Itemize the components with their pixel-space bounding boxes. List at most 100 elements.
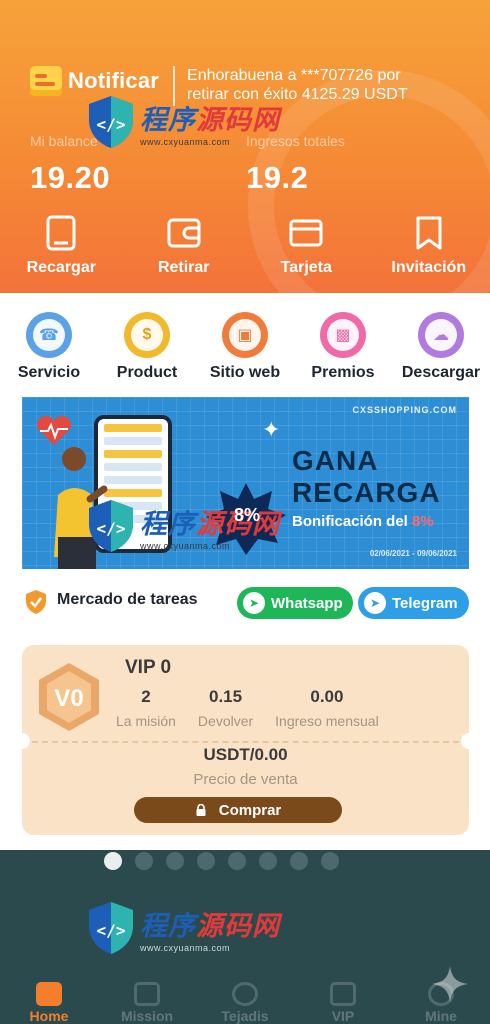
user-icon	[428, 982, 454, 1006]
withdraw-label: Retirar	[157, 259, 210, 276]
bottom-tab-bar: Home Mission Tejadis VIP Mine	[0, 982, 490, 1024]
tab-vip[interactable]: VIP	[294, 982, 392, 1024]
notification-message: Enhorabuena a ***707726 por retirar con …	[187, 67, 408, 103]
banner-title-line2: RECARGA	[292, 477, 441, 508]
whatsapp-label: Whatsapp	[271, 594, 343, 612]
vip-divider	[32, 741, 459, 743]
banner-subtitle: Bonificación del 8%	[292, 513, 434, 530]
vip-stat-label: Devolver	[197, 713, 254, 729]
tab-home-label: Home	[29, 1008, 69, 1024]
promo-banner[interactable]: ✦ 8% CXSSHOPPING.COM GANA RECARGA Bonifi…	[22, 397, 469, 569]
carousel-dot[interactable]	[197, 852, 215, 870]
notification-bar[interactable]: Notificar Enhorabuena a ***707726 por re…	[30, 66, 470, 112]
tab-home[interactable]: Home	[0, 982, 98, 1024]
cloud-download-icon: ☁	[418, 312, 464, 358]
sparkle-icon: ✦	[262, 417, 281, 442]
tab-mission[interactable]: Mission	[98, 982, 196, 1024]
invitation-label: Invitación	[391, 259, 467, 276]
balance-label: Mi balance	[30, 133, 98, 149]
telegram-label: Telegram	[392, 594, 458, 612]
banner-site: CXSSHOPPING.COM	[352, 405, 457, 415]
product-shortcut[interactable]: $ Product	[98, 312, 196, 392]
whatsapp-button[interactable]: ➤ Whatsapp	[237, 587, 353, 619]
carousel-dot[interactable]	[135, 852, 153, 870]
download-shortcut[interactable]: ☁ Descargar	[392, 312, 490, 392]
banner-percent: 8%	[234, 505, 261, 525]
product-label: Product	[116, 364, 178, 381]
vip-stat-monthly-income: 0.00 Ingreso mensual	[275, 687, 379, 729]
balance-value: 19.20	[30, 160, 111, 195]
vip-stats: 2 La misión 0.15 Devolver 0.00 Ingreso m…	[112, 687, 442, 729]
income-label: Ingresos totales	[246, 133, 345, 149]
header: Notificar Enhorabuena a ***707726 por re…	[0, 0, 490, 293]
home-icon	[36, 982, 62, 1006]
withdraw-button[interactable]: Retirar	[123, 215, 246, 285]
vip-stat-label: La misión	[116, 713, 176, 729]
globe-icon: ▣	[222, 312, 268, 358]
vip-stat-missions: 2 La misión	[116, 687, 176, 729]
dollar-coin-icon: $	[124, 312, 170, 358]
gift-icon: ▩	[320, 312, 366, 358]
carousel-dot[interactable]	[290, 852, 308, 870]
tablet-icon	[46, 215, 76, 251]
carousel-dot[interactable]	[321, 852, 339, 870]
vip-stat-return: 0.15 Devolver	[198, 687, 253, 729]
shield-check-icon	[26, 590, 46, 614]
card-icon	[289, 219, 323, 247]
buy-label: Comprar	[218, 801, 282, 819]
income-value: 19.2	[246, 160, 309, 195]
service-shortcut[interactable]: ☎ Servicio	[0, 312, 98, 392]
tab-mine[interactable]: Mine	[392, 982, 490, 1024]
download-label: Descargar	[401, 364, 481, 381]
lock-icon	[196, 804, 206, 816]
carousel-dot[interactable]	[259, 852, 277, 870]
carousel-dot[interactable]	[228, 852, 246, 870]
notification-icon	[30, 66, 62, 96]
tab-tejadis-label: Tejadis	[221, 1008, 269, 1024]
tab-vip-label: VIP	[331, 1008, 355, 1024]
banner-subtitle-text: Bonificación del	[292, 513, 408, 530]
carousel-dots	[104, 852, 352, 870]
task-market-title: Mercado de tareas	[57, 591, 198, 608]
vip-price: USDT/0.00	[203, 745, 288, 764]
banner-dates: 02/06/2021 - 09/06/2021	[369, 549, 457, 558]
carousel-dot[interactable]	[104, 852, 122, 870]
vip-name: VIP 0	[125, 657, 172, 678]
mission-icon	[134, 982, 160, 1006]
wallet-icon	[167, 218, 201, 248]
website-shortcut[interactable]: ▣ Sitio web	[196, 312, 294, 392]
prizes-shortcut[interactable]: ▩ Premios	[294, 312, 392, 392]
telegram-button[interactable]: ➤ Telegram	[358, 587, 469, 619]
card-label: Tarjeta	[280, 259, 332, 276]
carousel-dot[interactable]	[166, 852, 184, 870]
vip-level-badge: V0	[39, 663, 99, 731]
vip-stat-label: Ingreso mensual	[275, 713, 379, 729]
notification-divider	[173, 66, 176, 106]
recharge-button[interactable]: Recargar	[0, 215, 123, 285]
banner-subtitle-pct: 8%	[412, 513, 434, 530]
invitation-button[interactable]: Invitación	[368, 215, 490, 285]
tab-mission-label: Mission	[120, 1008, 174, 1024]
tab-tejadis[interactable]: Tejadis	[196, 982, 294, 1024]
chart-icon	[232, 982, 258, 1006]
headset-icon: ☎	[26, 312, 72, 358]
vip-stat-value: 2	[141, 687, 151, 706]
task-market-row: Mercado de tareas ➤ Whatsapp ➤ Telegram	[22, 585, 469, 621]
recharge-label: Recargar	[26, 259, 96, 276]
vip-card: V0 VIP 0 2 La misión 0.15 Devolver 0.00 …	[14, 645, 477, 835]
buy-button[interactable]: Comprar	[134, 797, 342, 823]
telegram-icon: ➤	[364, 592, 386, 614]
shortcut-row: ☎ Servicio $ Product ▣ Sitio web ▩ Premi…	[0, 312, 490, 392]
vip-stat-value: 0.15	[209, 687, 243, 706]
vip-price-label: Precio de venta	[193, 771, 298, 788]
bookmark-icon	[416, 216, 442, 250]
vip-badge-text: V0	[54, 685, 83, 712]
header-actions: Recargar Retirar Tarjeta Invitación	[0, 215, 490, 285]
website-label: Sitio web	[209, 364, 281, 381]
prizes-label: Premios	[311, 364, 375, 381]
service-label: Servicio	[17, 364, 81, 381]
card-button[interactable]: Tarjeta	[245, 215, 368, 285]
tab-mine-label: Mine	[425, 1008, 457, 1024]
whatsapp-icon: ➤	[243, 592, 265, 614]
notification-label: Notificar	[68, 68, 160, 93]
